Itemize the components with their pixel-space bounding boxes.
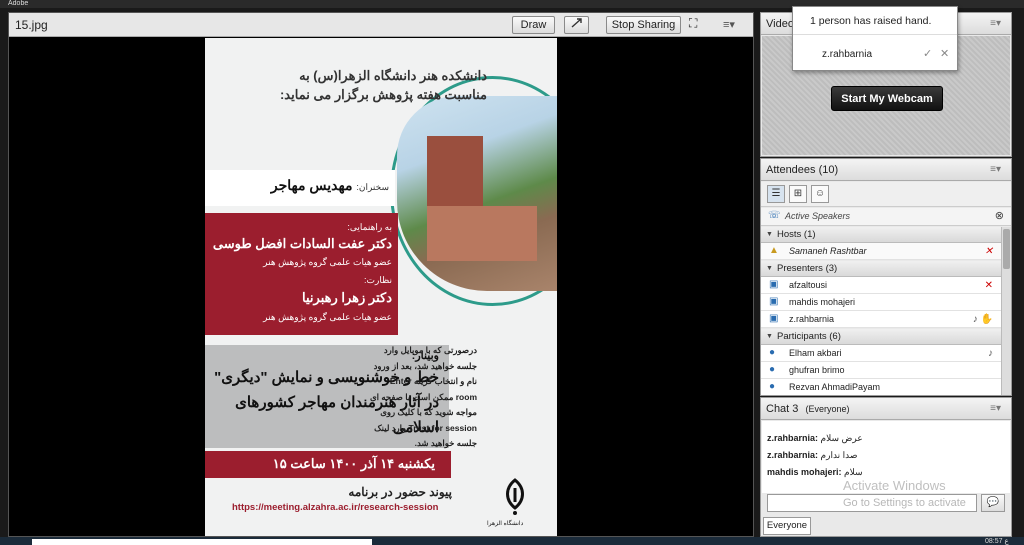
send-message-button[interactable]: 💬 (981, 494, 1005, 512)
app-title: Adobe (8, 0, 29, 7)
collapse-triangle-icon: ▼ (766, 231, 773, 238)
chat-message: z.rahbarnia: صدا ندارم (767, 450, 858, 460)
chat-pod-header: Chat 3 (Everyone) ≡▾ (761, 398, 1011, 420)
share-pod: 15.jpg Draw Stop Sharing ⛶ ≡▾ دانشکده هن… (8, 12, 754, 537)
poster-supervisor-name: دکتر زهرا رهبرنیا (302, 290, 392, 305)
poster-url: https://meeting.alzahra.ac.ir/research-s… (232, 502, 439, 513)
poster-speaker-label: سخنران: (356, 182, 389, 192)
system-clock: 08:57 ع (985, 538, 1009, 545)
attendees-menu-icon[interactable]: ≡▾ (990, 159, 1001, 181)
poster-join-label: پیوند حضور در برنامه (348, 485, 452, 499)
taskbar-search-box[interactable] (32, 539, 372, 545)
participant-user-icon: ● (769, 364, 776, 375)
attendees-title: Attendees (766, 164, 816, 176)
active-speakers-label: Active Speakers (785, 211, 851, 221)
alzahra-logo (501, 478, 529, 518)
stop-sharing-button[interactable]: Stop Sharing (606, 16, 681, 34)
poster-date: یکشنبه ۱۴ آذر ۱۴۰۰ ساعت ۱۵ (272, 456, 435, 471)
active-speakers-bar: ☏ Active Speakers ⊗ (761, 208, 1011, 226)
share-pod-header: 15.jpg Draw Stop Sharing ⛶ ≡▾ (9, 13, 753, 37)
mic-icon: ♪ (988, 348, 993, 359)
attendee-list: ▼ Hosts (1) ▲ Samaneh Rashtbar ✕ ▼ Presenter… (761, 227, 1001, 395)
video-pod-menu-icon[interactable]: ≡▾ (990, 13, 1001, 35)
mic-off-icon: ✕ (984, 280, 993, 291)
list-item[interactable]: ▣ z.rahbarnia ♪ ✋ (761, 311, 1001, 328)
close-active-speakers-icon[interactable]: ⊗ (995, 209, 1004, 222)
poster-supervisor-role: عضو هیات علمی گروه پژوهش هنر (263, 312, 392, 322)
dismiss-close-icon[interactable]: ✕ (940, 47, 949, 60)
raised-hand-message: 1 person has raised hand. (810, 15, 932, 27)
poster-speaker: سخنران: مهدیس مهاجر (271, 177, 389, 194)
activate-windows-hint: Go to Settings to activate (843, 497, 966, 509)
chat-pod: Chat 3 (Everyone) ≡▾ z.rahbarnia: عرض سل… (760, 397, 1012, 537)
chat-message: mahdis mohajeri: سلام (767, 467, 863, 477)
presenter-user-icon: ▣ (769, 313, 779, 324)
scrollbar-thumb[interactable] (1003, 229, 1010, 269)
fullscreen-icon[interactable]: ⛶ (689, 16, 707, 31)
accept-check-icon[interactable]: ✓ (923, 47, 932, 60)
chat-scope: (Everyone) (805, 404, 850, 414)
poster-credits-block: به راهنمایی: دکتر عفت السادات افضل طوسی … (205, 213, 398, 335)
host-user-icon: ▲ (769, 245, 779, 256)
poster-advisor-role: عضو هیات علمی گروه پژوهش هنر (263, 257, 392, 267)
poster-header: دانشکده هنر دانشگاه الزهرا(س) به مناسبت … (279, 68, 487, 102)
participant-user-icon: ● (769, 347, 776, 358)
poster-building-photo (397, 96, 557, 291)
list-item[interactable]: ▣ afzaltousi ✕ (761, 277, 1001, 294)
list-item[interactable]: ● Elham akbari ♪ (761, 345, 1001, 362)
raised-hand-name: z.rahbarnia (822, 49, 873, 60)
activate-windows-watermark: Activate Windows (843, 478, 946, 493)
poster-advisor-label: به راهنمایی: (347, 222, 392, 232)
video-pod-title: Video (766, 18, 794, 30)
list-item[interactable]: ▣ mahdis mohajeri (761, 294, 1001, 311)
pod-menu-icon[interactable]: ≡▾ (723, 18, 745, 31)
draw-button[interactable]: Draw (512, 16, 555, 34)
raised-hand-divider (793, 34, 957, 35)
collapse-triangle-icon: ▼ (766, 265, 773, 272)
chat-title: Chat 3 (766, 403, 799, 415)
attendees-pod-header: Attendees (10) ≡▾ (761, 159, 1011, 181)
phone-icon: ☏ (768, 210, 781, 221)
poster-date-bar: یکشنبه ۱۴ آذر ۱۴۰۰ ساعت ۱۵ (205, 451, 451, 478)
chat-recipient-tab[interactable]: Everyone (763, 517, 811, 535)
poster-speaker-bar: سخنران: مهدیس مهاجر (205, 170, 395, 206)
poster-photo-gate (427, 206, 537, 261)
presenter-user-icon: ▣ (769, 296, 779, 307)
attendees-pod: Attendees (10) ≡▾ ☰ ⊞ ☺ ☏ Active Speaker… (760, 158, 1012, 396)
shared-poster-image: دانشکده هنر دانشگاه الزهرا(س) به مناسبت … (205, 38, 557, 536)
send-bubble-icon: 💬 (986, 497, 1000, 508)
shared-file-name: 15.jpg (15, 18, 48, 32)
status-view-icon[interactable]: ☺ (811, 185, 829, 203)
group-hosts[interactable]: ▼ Hosts (1) (761, 227, 1001, 243)
attendees-toolbar: ☰ ⊞ ☺ (761, 182, 1011, 207)
list-item[interactable]: ● Rezvan AhmadiPayam (761, 379, 1001, 395)
chat-menu-icon[interactable]: ≡▾ (990, 398, 1001, 420)
list-view-icon[interactable]: ☰ (767, 185, 785, 203)
presenter-user-icon: ▣ (769, 279, 779, 290)
alzahra-logo-text: دانشگاه الزهرا (487, 521, 524, 527)
collapse-triangle-icon: ▼ (766, 333, 773, 340)
raised-hand-notification: 1 person has raised hand. z.rahbarnia ✓ … (792, 6, 958, 71)
group-participants[interactable]: ▼ Participants (6) (761, 329, 1001, 345)
sync-icon (571, 18, 582, 28)
group-presenters[interactable]: ▼ Presenters (3) (761, 261, 1001, 277)
mic-off-icon: ✕ (984, 246, 993, 257)
participant-user-icon: ● (769, 381, 776, 392)
mic-raise-icon: ♪ ✋ (972, 314, 993, 325)
chat-message: z.rahbarnia: عرض سلام (767, 433, 863, 443)
attendee-scrollbar[interactable] (1001, 227, 1011, 395)
poster-supervisor-label: نظارت: (364, 275, 392, 285)
grid-view-icon[interactable]: ⊞ (789, 185, 807, 203)
list-item[interactable]: ● ghufran brimo (761, 362, 1001, 379)
poster-advisor-name: دکتر عفت السادات افضل طوسی (212, 236, 392, 251)
start-webcam-button[interactable]: Start My Webcam (831, 86, 943, 111)
poster-mobile-info: درصورتی که با موبایل وارد جلسه خواهید شد… (369, 345, 477, 448)
list-item[interactable]: ▲ Samaneh Rashtbar ✕ (761, 243, 1001, 260)
sync-button[interactable] (564, 16, 589, 34)
attendees-count: (10) (818, 164, 839, 176)
poster-speaker-name: مهدیس مهاجر (270, 177, 353, 193)
